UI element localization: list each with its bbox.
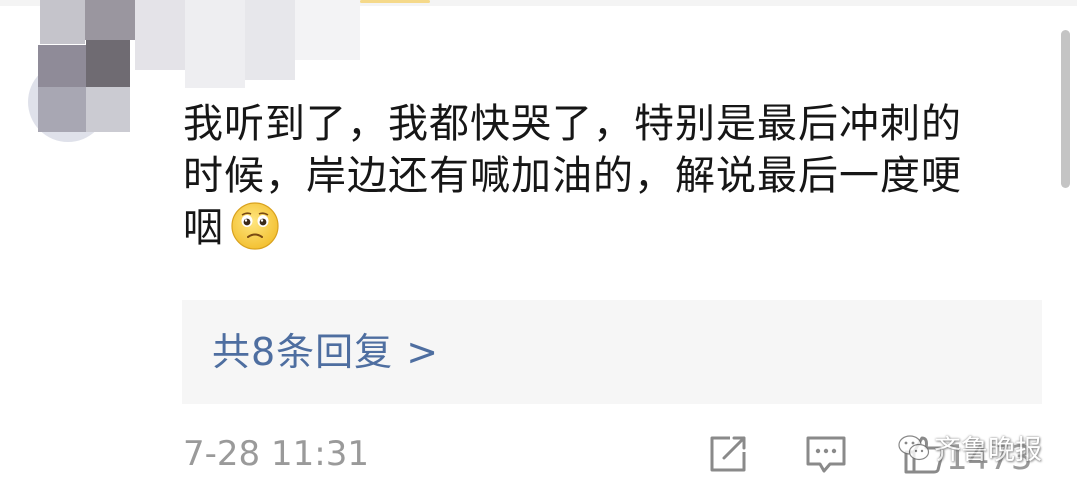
watermark: 齐鲁晚报 [898, 428, 1042, 466]
comment-line: 我听到了，我都快哭了，特别是最后冲刺的 [183, 101, 962, 147]
comment-text: 我听到了，我都快哭了，特别是最后冲刺的 时候，岸边还有喊加油的，解说最后一度哽 … [183, 98, 1033, 254]
comment-timestamp: 7-28 11:31 [183, 434, 369, 474]
scrollbar[interactable] [1061, 30, 1070, 188]
teary-face-emoji-icon [231, 202, 279, 250]
view-replies-link[interactable]: 共8条回复 > [212, 328, 439, 376]
wechat-logo-icon [898, 434, 930, 460]
watermark-text: 齐鲁晚报 [934, 435, 1042, 466]
replies-box[interactable]: 共8条回复 > [182, 300, 1042, 404]
comment-line: 时候，岸边还有喊加油的，解说最后一度哽 [183, 153, 962, 199]
share-icon[interactable] [706, 432, 750, 476]
comment-line: 咽 [183, 202, 1033, 254]
top-accent [360, 0, 430, 3]
comment-icon[interactable] [804, 432, 848, 476]
